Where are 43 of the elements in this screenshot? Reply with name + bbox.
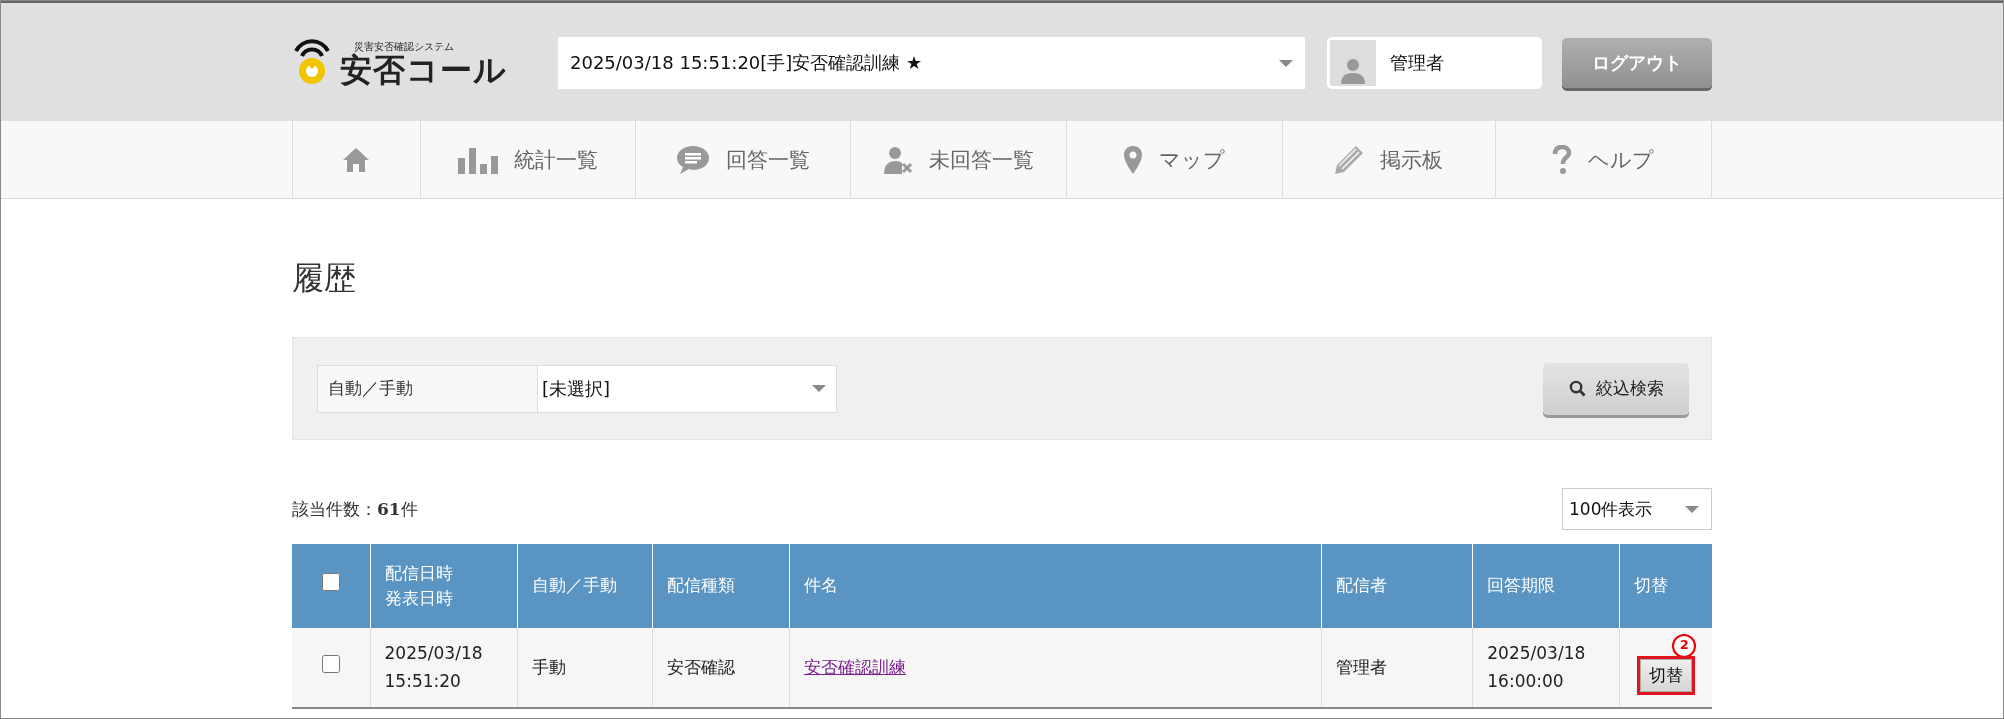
- page-size-select[interactable]: 100件表示: [1562, 488, 1712, 530]
- user-remove-icon: [882, 144, 913, 175]
- column-header: 配信者: [1321, 544, 1473, 628]
- subject-link[interactable]: 安否確認訓練: [803, 656, 906, 677]
- caret-icon: [1279, 59, 1293, 67]
- event-select[interactable]: 2025/03/18 15:51:20[手]安否確認訓練 ★: [558, 37, 1305, 89]
- logo-subtitle: 災害安否確認システム: [354, 40, 454, 53]
- column-header: 回答期限: [1472, 544, 1620, 628]
- column-header: 自動／手動: [517, 544, 653, 628]
- nav-tab[interactable]: 掲示板: [1282, 121, 1496, 198]
- row-checkbox[interactable]: [321, 654, 340, 673]
- table-cell: 管理者: [1321, 628, 1473, 708]
- nav-tab[interactable]: マップ: [1066, 121, 1283, 198]
- caret-icon: [1685, 505, 1699, 513]
- logo-icon: [292, 39, 332, 87]
- page-title: 履歴: [292, 258, 357, 299]
- column-header: 配信種類: [652, 544, 790, 628]
- table-cell: 手動: [517, 628, 653, 708]
- nav-tab[interactable]: 統計一覧: [420, 121, 636, 198]
- avatar-icon: [1330, 40, 1376, 86]
- column-header: 配信日時 発表日時: [370, 544, 518, 628]
- table-cell: 安否確認: [652, 628, 790, 708]
- user-name: 管理者: [1390, 51, 1444, 75]
- search-icon: [1568, 380, 1586, 397]
- nav-tab[interactable]: 未回答一覧: [850, 121, 1067, 198]
- bar-chart-icon: [457, 145, 498, 174]
- question-mark-icon: [1552, 144, 1572, 175]
- nav-tab[interactable]: ヘルプ: [1495, 121, 1712, 198]
- nav-tab[interactable]: 回答一覧: [635, 121, 851, 198]
- column-header: 切替: [1619, 544, 1712, 628]
- result-count: 該当件数：61件: [292, 497, 418, 521]
- home-icon: [342, 146, 370, 173]
- logo-name: 安否コール: [340, 54, 507, 86]
- table-cell: 2025/03/18 16:00:00: [1472, 628, 1620, 708]
- annotation-badge: 2: [1672, 633, 1697, 658]
- column-header: 件名: [789, 544, 1322, 628]
- table-cell: 2025/03/18 15:51:20: [370, 628, 518, 708]
- search-button[interactable]: 絞込検索: [1543, 362, 1689, 415]
- speech-bubble-icon: [675, 144, 710, 175]
- select-all-checkbox[interactable]: [321, 573, 340, 592]
- pencil-icon: [1334, 144, 1364, 175]
- map-pin-icon: [1123, 144, 1143, 175]
- switch-button[interactable]: 切替: [1640, 658, 1693, 692]
